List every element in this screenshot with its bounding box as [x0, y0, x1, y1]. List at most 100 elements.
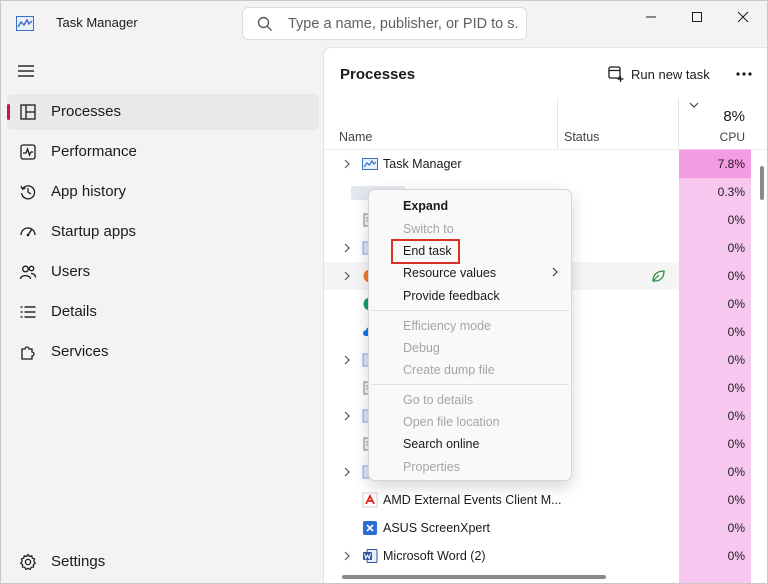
menu-item-properties: Properties [403, 460, 460, 474]
search-icon [257, 16, 272, 31]
menu-item-debug: Debug [403, 341, 440, 355]
column-header-name[interactable]: Name [339, 130, 372, 144]
sidebar-item-label: Details [51, 303, 97, 320]
speedometer-icon [20, 227, 36, 237]
sidebar-item-label: Users [51, 263, 91, 280]
cpu-value: 0% [727, 493, 745, 507]
sidebar-item-label: Performance [51, 143, 137, 160]
menu-item-search-online[interactable]: Search online [403, 437, 479, 451]
more-options-button[interactable] [732, 62, 756, 86]
sidebar-item-label: Settings [51, 553, 106, 570]
sidebar-item-label: Startup apps [51, 223, 137, 240]
menu-item-end-task[interactable]: End task [403, 244, 452, 258]
page-title: Processes [340, 66, 416, 83]
title-bar: Task Manager [1, 1, 767, 47]
expand-chevron-icon[interactable] [343, 355, 351, 365]
close-button[interactable] [720, 1, 766, 33]
column-header-status[interactable]: Status [564, 130, 599, 144]
cpu-value: 0% [727, 213, 745, 227]
cpu-value: 0% [727, 409, 745, 423]
menu-item-create-dump-file: Create dump file [403, 363, 495, 377]
menu-item-expand[interactable]: Expand [403, 199, 448, 213]
sidebar-item-label: App history [51, 183, 127, 200]
context-menu: Expand Switch to End task Resource value… [368, 189, 572, 481]
sidebar-item-label: Processes [51, 103, 122, 120]
run-task-icon [608, 66, 624, 82]
history-clock-icon [20, 185, 36, 200]
expand-chevron-icon[interactable] [343, 243, 351, 253]
submenu-chevron-right-icon [552, 267, 558, 277]
sidebar-item-processes[interactable]: Processes [7, 94, 319, 130]
sidebar-item-details[interactable]: Details [7, 294, 319, 330]
menu-item-open-file-location: Open file location [403, 415, 500, 429]
table-row[interactable]: Microsoft Word (2) [324, 542, 679, 570]
cpu-total-percent: 8% [723, 108, 745, 125]
menu-item-provide-feedback[interactable]: Provide feedback [403, 289, 500, 303]
minimize-icon [646, 16, 656, 18]
vertical-scrollbar[interactable] [760, 166, 764, 200]
cpu-value: 0% [727, 325, 745, 339]
run-new-task-button[interactable]: Run new task [607, 62, 710, 86]
cpu-value: 0% [727, 269, 745, 283]
cpu-value: 0% [727, 241, 745, 255]
processes-icon [20, 104, 36, 120]
horizontal-scrollbar[interactable] [342, 575, 606, 579]
table-row[interactable]: ASUS ScreenXpert [324, 514, 679, 542]
process-name: Microsoft Word (2) [383, 549, 486, 563]
cpu-value: 7.8% [679, 150, 751, 178]
minimize-button[interactable] [628, 1, 674, 33]
window-title: Task Manager [56, 15, 138, 30]
users-icon [19, 265, 37, 280]
cpu-value: 0% [727, 297, 745, 311]
hamburger-menu-icon[interactable] [17, 63, 35, 79]
expand-chevron-icon[interactable] [343, 551, 351, 561]
cpu-value: 0% [727, 353, 745, 367]
maximize-button[interactable] [674, 1, 720, 33]
cpu-value: 0% [727, 549, 745, 563]
expand-chevron-icon[interactable] [343, 159, 351, 169]
microsoft-word-icon [363, 549, 378, 563]
sidebar-item-label: Services [51, 343, 109, 360]
cpu-value: 0% [727, 437, 745, 451]
table-row[interactable]: AMD External Events Client M... [324, 486, 679, 514]
task-manager-app-icon [16, 16, 34, 31]
task-manager-window: Task Manager Processes [0, 0, 768, 584]
cpu-value: 0% [727, 521, 745, 535]
table-row[interactable]: Task Manager [324, 150, 679, 178]
column-divider[interactable] [557, 98, 558, 150]
gear-icon [19, 553, 37, 571]
cpu-value: 0.3% [717, 185, 745, 199]
menu-item-resource-values[interactable]: Resource values [403, 266, 496, 280]
sidebar-item-services[interactable]: Services [7, 334, 319, 370]
performance-icon [20, 144, 36, 160]
amd-icon [362, 492, 378, 508]
sidebar-item-users[interactable]: Users [7, 254, 319, 290]
task-manager-icon [362, 158, 378, 170]
column-header-cpu[interactable]: CPU [679, 130, 745, 144]
services-puzzle-icon [21, 346, 35, 360]
expand-chevron-icon[interactable] [343, 411, 351, 421]
details-list-icon [20, 306, 36, 318]
efficiency-mode-leaf-icon [652, 270, 665, 282]
menu-item-go-to-details: Go to details [403, 393, 474, 407]
menu-separator [371, 384, 569, 385]
cpu-value: 0% [727, 381, 745, 395]
expand-chevron-icon[interactable] [343, 467, 351, 477]
sidebar-item-settings[interactable]: Settings [7, 544, 319, 580]
cpu-value: 0% [727, 465, 745, 479]
close-icon [737, 11, 749, 23]
search-input[interactable] [288, 15, 518, 33]
expand-chevron-icon[interactable] [343, 271, 351, 281]
sidebar-item-startup-apps[interactable]: Startup apps [7, 214, 319, 250]
sidebar-item-performance[interactable]: Performance [7, 134, 319, 170]
sidebar-item-app-history[interactable]: App history [7, 174, 319, 210]
run-new-task-label: Run new task [631, 66, 710, 82]
more-options-icon [736, 72, 752, 76]
menu-separator [371, 310, 569, 311]
search-box[interactable] [242, 7, 527, 40]
process-name: ASUS ScreenXpert [383, 521, 490, 535]
maximize-icon [692, 12, 702, 22]
process-name: AMD External Events Client M... [383, 493, 562, 507]
asus-screenxpert-icon [363, 521, 377, 535]
process-name: Task Manager [383, 157, 462, 171]
